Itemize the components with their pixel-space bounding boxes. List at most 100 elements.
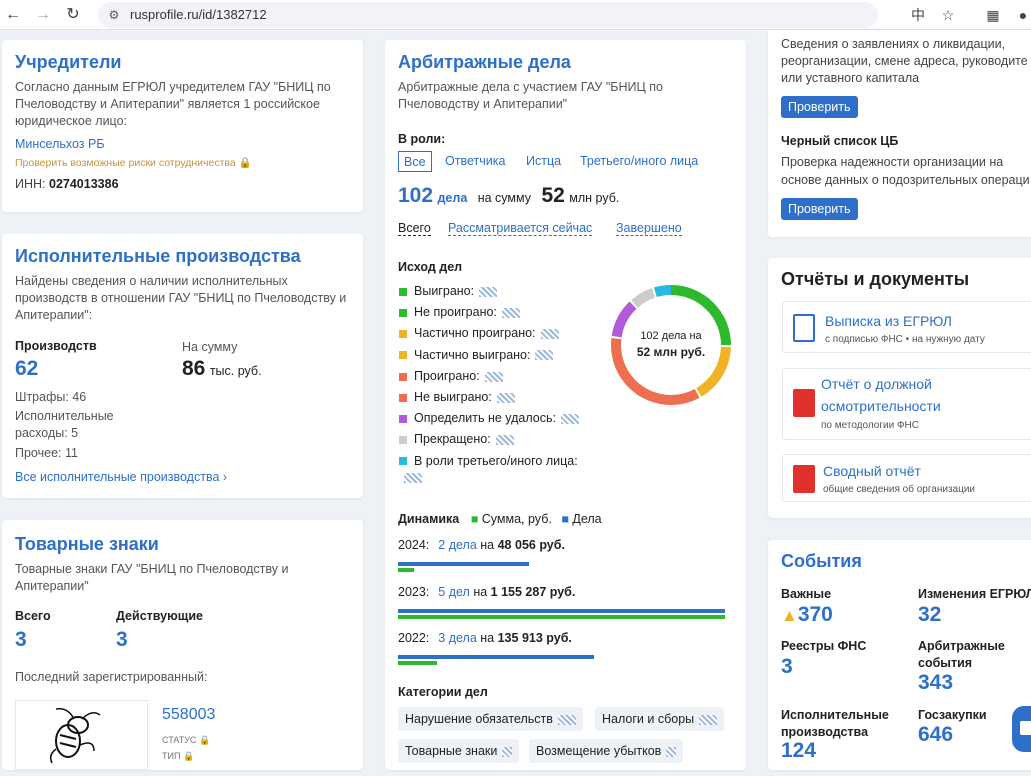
enforcement-count-value[interactable]: 62 — [15, 357, 38, 381]
liquidation-text-line1: Сведения о заявлениях о ликвидации, — [781, 37, 1006, 51]
role-tab-all[interactable]: Все — [398, 151, 432, 172]
outcome-row: Частично выиграно: — [399, 348, 554, 362]
founders-card: Учредители Согласно данным ЕГРЮЛ учредит… — [2, 40, 363, 212]
category-chip-label: Товарные знаки — [405, 744, 498, 758]
report-due-diligence-subtitle: по методологии ФНС — [821, 420, 919, 431]
category-chip[interactable]: Товарные знаки — [398, 739, 520, 763]
outcome-color-marker — [399, 457, 407, 466]
outcome-row: Определить не удалось: — [399, 411, 579, 425]
check-blacklist-button[interactable]: Проверить — [781, 198, 858, 220]
forward-icon[interactable]: → — [32, 4, 54, 26]
reload-icon[interactable]: ↻ — [62, 4, 84, 26]
legend-cases: Дела — [572, 512, 602, 526]
inn-value: 0274013386 — [49, 177, 119, 191]
events-gz-value[interactable]: 646 — [918, 723, 953, 747]
dynamics-cases-link[interactable]: 5 дел — [438, 585, 470, 599]
hidden-value-icon — [502, 746, 513, 757]
all-enforcement-link[interactable]: Все исполнительные производства › — [15, 470, 227, 484]
events-egrul-value[interactable]: 32 — [918, 603, 941, 627]
events-arb-label-line2: события — [918, 656, 973, 670]
trademark-number[interactable]: 558003 — [162, 706, 215, 724]
outcome-row: В роли третьего/иного лица: — [399, 454, 578, 485]
liquidation-text-line3: или уставного капитала — [781, 71, 920, 85]
category-chip[interactable]: Возмещение убытков — [529, 739, 684, 763]
report-summary-title: Сводный отчёт — [823, 463, 921, 479]
category-chip[interactable]: Налоги и сборы — [595, 707, 725, 731]
dynamics-sum-bar — [398, 661, 438, 665]
dynamics-cases-link[interactable]: 3 дела — [438, 631, 477, 645]
report-egrul-subtitle: с подписью ФНС • на нужную дату — [825, 334, 985, 345]
bee-logo-icon — [49, 707, 101, 764]
events-fns-value[interactable]: 3 — [781, 655, 793, 679]
founders-title: Учредители — [15, 52, 122, 72]
cases-sum-unit: млн руб. — [569, 191, 620, 205]
enforcement-count-label: Производств — [15, 339, 97, 353]
hidden-value-icon — [496, 392, 515, 403]
filter-pending[interactable]: Рассматривается сейчас — [448, 221, 593, 236]
dynamics-sum: 135 913 руб. — [497, 631, 572, 645]
sum-prefix: на сумму — [477, 191, 531, 205]
dynamics-on: на — [469, 584, 491, 599]
dynamics-sum: 48 056 руб. — [497, 538, 565, 552]
role-tab-third-party[interactable]: Третьего/иного лица — [580, 154, 698, 168]
document-icon — [793, 314, 815, 342]
dynamics-cases-link[interactable]: 2 дела — [438, 538, 477, 552]
dynamics-header: Динамика ■ Сумма, руб. ■ Дела — [398, 512, 602, 526]
check-liquidation-button[interactable]: Проверить — [781, 96, 858, 118]
outcome-color-marker — [399, 372, 407, 381]
role-label: В роли: — [398, 132, 446, 146]
risk-check-link[interactable]: Проверить возможные риски сотрудничества… — [15, 156, 252, 169]
dynamics-cases-bar — [398, 655, 595, 659]
browser-toolbar: ← → ↻ ⚙ rusprofile.ru/id/1382712 中 ☆ ▦ ● — [0, 0, 1031, 30]
role-tab-plaintiff[interactable]: Истца — [526, 154, 561, 168]
outcome-row: Выиграно: — [399, 284, 498, 298]
category-chip[interactable]: Нарушение обязательств — [398, 707, 583, 731]
category-chip-label: Возмещение убытков — [536, 744, 662, 758]
dynamics-year: 2024: — [398, 538, 430, 552]
events-important-value[interactable]: ▲370 — [781, 603, 833, 627]
donut-center-line1: 102 дела на — [640, 330, 702, 342]
report-egrul-title: Выписка из ЕГРЮЛ — [825, 313, 952, 329]
report-due-diligence-item[interactable]: Отчёт о должной осмотрительности по мето… — [782, 368, 1031, 440]
trademark-type-label: ТИП — [162, 751, 181, 761]
report-summary-item[interactable]: Сводный отчёт общие сведения об организа… — [782, 454, 1031, 502]
expenses-text-line2: расходы: 5 — [15, 426, 79, 440]
liquidation-text-line2: реорганизации, смене адреса, руководите — [781, 54, 1028, 68]
outcomes-label: Исход дел — [398, 260, 463, 274]
report-egrul-item[interactable]: Выписка из ЕГРЮЛ с подписью ФНС • на нуж… — [782, 301, 1031, 353]
site-settings-icon[interactable]: ⚙ — [106, 7, 122, 23]
outcome-label: Прекращено: — [414, 432, 491, 447]
arbitration-title: Арбитражные дела — [398, 52, 571, 72]
cases-count: 102 — [398, 184, 434, 207]
outcome-color-marker — [399, 330, 407, 339]
events-egrul-label: Изменения ЕГРЮЛ — [918, 587, 1031, 601]
address-bar[interactable]: ⚙ rusprofile.ru/id/1382712 — [98, 2, 878, 28]
translate-icon[interactable]: 中 — [908, 5, 928, 25]
events-arb-label-line1: Арбитражные — [918, 639, 1005, 653]
reports-title: Отчёты и документы — [781, 269, 970, 289]
back-icon[interactable]: ← — [2, 4, 24, 26]
extensions-icon[interactable]: ▦ — [983, 5, 1003, 25]
filter-total[interactable]: Всего — [398, 221, 431, 236]
outcome-row: Проиграно: — [399, 369, 503, 383]
hidden-value-icon — [557, 714, 576, 725]
enforcement-sum: 86 тыс. руб. — [182, 357, 262, 381]
events-fns-label: Реестры ФНС — [781, 639, 867, 653]
chat-widget-button[interactable] — [1012, 706, 1031, 752]
trademark-image[interactable] — [15, 700, 148, 770]
url-text: rusprofile.ru/id/1382712 — [130, 7, 267, 22]
trademarks-active-value[interactable]: 3 — [116, 628, 128, 652]
legend-sum-marker: ■ — [470, 512, 479, 526]
events-exec-value[interactable]: 124 — [781, 739, 816, 763]
role-tab-defendant[interactable]: Ответчика — [445, 154, 505, 168]
dynamics-row: 2024: 2 дела на 48 056 руб. — [398, 538, 565, 552]
bookmark-star-icon[interactable]: ☆ — [938, 5, 958, 25]
other-text: Прочее: 11 — [15, 446, 78, 460]
founder-link[interactable]: Минсельхоз РБ — [15, 137, 105, 151]
events-arb-value[interactable]: 343 — [918, 671, 953, 695]
filter-completed[interactable]: Завершено — [616, 221, 682, 236]
trademarks-active-label: Действующие — [116, 609, 203, 623]
hidden-value-icon — [560, 413, 579, 424]
profile-icon[interactable]: ● — [1013, 5, 1031, 25]
trademarks-total-value[interactable]: 3 — [15, 628, 27, 652]
